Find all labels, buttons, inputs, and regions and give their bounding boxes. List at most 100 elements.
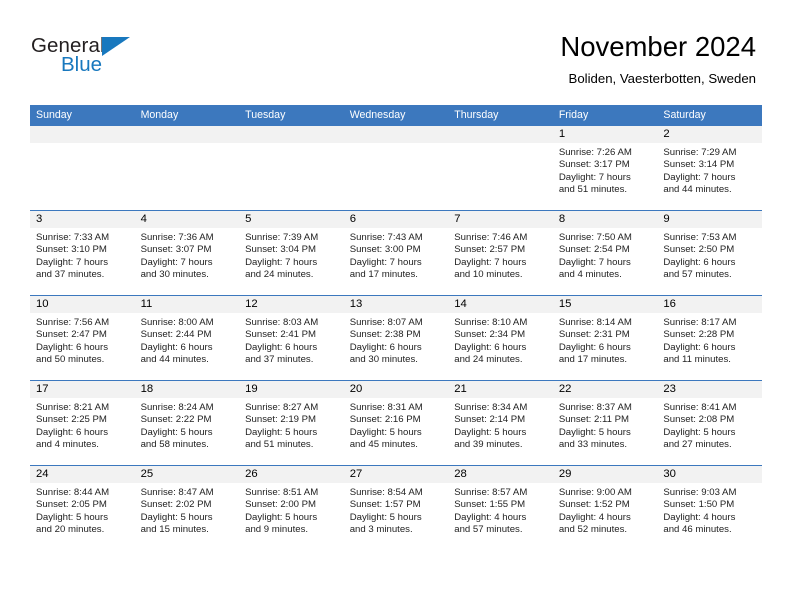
day-sun-info: Sunrise: 8:21 AM Sunset: 2:25 PM Daylight:… (30, 398, 135, 451)
location-subtitle: Boliden, Vaesterbotten, Sweden (568, 71, 756, 86)
daylight-text-line1: Daylight: 7 hours (663, 171, 736, 183)
day-cell-content: 19 Sunrise: 8:27 AM Sunset: 2:19 PM Dayligh… (239, 381, 344, 465)
day-number (134, 126, 240, 143)
day-sun-info: Sunrise: 8:54 AM Sunset: 1:57 PM Daylight:… (344, 483, 449, 536)
daylight-text-line2: and 37 minutes. (36, 268, 105, 280)
calendar-day-cell[interactable]: 25 Sunrise: 8:47 AM Sunset: 2:02 PM Dayligh… (134, 465, 240, 550)
calendar-day-cell[interactable]: 27 Sunrise: 8:54 AM Sunset: 1:57 PM Dayligh… (343, 465, 449, 550)
day-cell-content (239, 126, 344, 210)
sunset-text: Sunset: 2:00 PM (245, 499, 317, 511)
calendar-day-cell[interactable]: 15 Sunrise: 8:14 AM Sunset: 2:31 PM Dayligh… (552, 295, 658, 381)
calendar-day-cell[interactable] (343, 125, 449, 211)
daylight-text-line2: and 4 minutes. (558, 268, 622, 280)
sunrise-text: Sunrise: 8:37 AM (558, 402, 632, 413)
calendar-day-cell[interactable]: 2 Sunrise: 7:29 AM Sunset: 3:14 PM Daylight… (657, 125, 762, 211)
sunrise-text: Sunrise: 8:31 AM (349, 402, 423, 413)
calendar-page: General Blue November 2024 Boliden, Vaes… (0, 0, 792, 612)
day-sun-info: Sunrise: 9:00 AM Sunset: 1:52 PM Daylight:… (553, 483, 658, 536)
sunrise-text: Sunrise: 8:47 AM (140, 487, 214, 498)
calendar-day-cell[interactable]: 14 Sunrise: 8:10 AM Sunset: 2:34 PM Dayligh… (448, 295, 553, 381)
title-block: November 2024 Boliden, Vaesterbotten, Sw… (560, 30, 756, 89)
calendar-day-cell[interactable]: 26 Sunrise: 8:51 AM Sunset: 2:00 PM Dayligh… (239, 465, 344, 550)
calendar-day-cell[interactable]: 19 Sunrise: 8:27 AM Sunset: 2:19 PM Dayligh… (239, 380, 344, 466)
sunset-text: Sunset: 2:34 PM (454, 329, 526, 341)
calendar-day-cell[interactable]: 12 Sunrise: 8:03 AM Sunset: 2:41 PM Dayligh… (239, 295, 344, 381)
sunrise-text: Sunrise: 7:39 AM (245, 232, 319, 243)
calendar-day-cell[interactable]: 13 Sunrise: 8:07 AM Sunset: 2:38 PM Dayligh… (343, 295, 449, 381)
sunset-text: Sunset: 1:50 PM (663, 499, 735, 511)
weekday-header-thursday: Thursday (448, 105, 553, 126)
calendar-day-cell[interactable] (30, 125, 135, 211)
daylight-text-line1: Daylight: 6 hours (349, 341, 422, 353)
calendar-day-cell[interactable]: 17 Sunrise: 8:21 AM Sunset: 2:25 PM Dayligh… (30, 380, 135, 466)
day-sun-info: Sunrise: 8:07 AM Sunset: 2:38 PM Daylight:… (344, 313, 449, 366)
sunset-text: Sunset: 3:00 PM (349, 244, 421, 256)
calendar-day-cell[interactable]: 5 Sunrise: 7:39 AM Sunset: 3:04 PM Daylight… (239, 210, 344, 296)
day-cell-content: 20 Sunrise: 8:31 AM Sunset: 2:16 PM Dayligh… (343, 381, 449, 465)
day-cell-content: 22 Sunrise: 8:37 AM Sunset: 2:11 PM Dayligh… (552, 381, 658, 465)
calendar-day-cell[interactable]: 18 Sunrise: 8:24 AM Sunset: 2:22 PM Dayligh… (134, 380, 240, 466)
sunrise-text: Sunrise: 8:03 AM (245, 317, 319, 328)
calendar-day-cell[interactable]: 20 Sunrise: 8:31 AM Sunset: 2:16 PM Dayligh… (343, 380, 449, 466)
daylight-text-line1: Daylight: 7 hours (349, 256, 422, 268)
sunrise-text: Sunrise: 7:29 AM (663, 147, 737, 158)
calendar-day-cell[interactable]: 1 Sunrise: 7:26 AM Sunset: 3:17 PM Daylight… (552, 125, 658, 211)
day-number: 2 (657, 126, 762, 143)
calendar-day-cell[interactable] (134, 125, 240, 211)
calendar-week-row: 17 Sunrise: 8:21 AM Sunset: 2:25 PM Dayligh… (30, 380, 762, 466)
calendar-day-cell[interactable]: 30 Sunrise: 9:03 AM Sunset: 1:50 PM Dayligh… (657, 465, 762, 550)
calendar-day-cell[interactable]: 24 Sunrise: 8:44 AM Sunset: 2:05 PM Dayligh… (30, 465, 135, 550)
sunset-text: Sunset: 2:50 PM (663, 244, 735, 256)
calendar-day-cell[interactable]: 16 Sunrise: 8:17 AM Sunset: 2:28 PM Dayligh… (657, 295, 762, 381)
day-cell-content: 6 Sunrise: 7:43 AM Sunset: 3:00 PM Daylight… (343, 211, 449, 295)
day-sun-info: Sunrise: 8:03 AM Sunset: 2:41 PM Daylight:… (239, 313, 344, 366)
day-sun-info: Sunrise: 8:00 AM Sunset: 2:44 PM Daylight:… (135, 313, 240, 366)
sunset-text: Sunset: 2:31 PM (558, 329, 630, 341)
day-number: 30 (657, 466, 762, 483)
day-cell-content: 10 Sunrise: 7:56 AM Sunset: 2:47 PM Dayligh… (30, 296, 135, 380)
day-cell-content: 12 Sunrise: 8:03 AM Sunset: 2:41 PM Dayligh… (239, 296, 344, 380)
daylight-text-line1: Daylight: 7 hours (36, 256, 108, 268)
daylight-text-line1: Daylight: 5 hours (454, 426, 527, 438)
calendar-week-row: 3 Sunrise: 7:33 AM Sunset: 3:10 PM Daylight… (30, 210, 762, 296)
sunset-text: Sunset: 2:05 PM (36, 499, 107, 511)
weekday-header-wednesday: Wednesday (343, 105, 449, 126)
calendar-day-cell[interactable]: 28 Sunrise: 8:57 AM Sunset: 1:55 PM Dayligh… (448, 465, 553, 550)
daylight-text-line1: Daylight: 6 hours (454, 341, 527, 353)
sunset-text: Sunset: 1:52 PM (558, 499, 630, 511)
day-cell-content (343, 126, 449, 210)
calendar-day-cell[interactable] (448, 125, 553, 211)
sunset-text: Sunset: 2:57 PM (454, 244, 526, 256)
day-number: 18 (134, 381, 240, 398)
daylight-text-line2: and 50 minutes. (36, 353, 105, 365)
calendar-day-cell[interactable]: 4 Sunrise: 7:36 AM Sunset: 3:07 PM Daylight… (134, 210, 240, 296)
calendar-day-cell[interactable]: 6 Sunrise: 7:43 AM Sunset: 3:00 PM Daylight… (343, 210, 449, 296)
calendar-day-cell[interactable] (239, 125, 344, 211)
calendar-day-cell[interactable]: 22 Sunrise: 8:37 AM Sunset: 2:11 PM Dayligh… (552, 380, 658, 466)
calendar-day-cell[interactable]: 10 Sunrise: 7:56 AM Sunset: 2:47 PM Dayligh… (30, 295, 135, 381)
day-number: 10 (30, 296, 135, 313)
day-sun-info: Sunrise: 8:31 AM Sunset: 2:16 PM Daylight:… (344, 398, 449, 451)
day-sun-info: Sunrise: 8:41 AM Sunset: 2:08 PM Daylight:… (657, 398, 762, 451)
sunset-text: Sunset: 2:41 PM (245, 329, 317, 341)
day-cell-content: 23 Sunrise: 8:41 AM Sunset: 2:08 PM Dayligh… (657, 381, 762, 465)
daylight-text-line1: Daylight: 6 hours (140, 341, 213, 353)
page-title: November 2024 (560, 31, 756, 62)
sunset-text: Sunset: 3:17 PM (558, 159, 630, 171)
calendar-day-cell[interactable]: 9 Sunrise: 7:53 AM Sunset: 2:50 PM Daylight… (657, 210, 762, 296)
calendar-day-cell[interactable]: 11 Sunrise: 8:00 AM Sunset: 2:44 PM Dayligh… (134, 295, 240, 381)
calendar-day-cell[interactable]: 3 Sunrise: 7:33 AM Sunset: 3:10 PM Daylight… (30, 210, 135, 296)
day-sun-info: Sunrise: 8:57 AM Sunset: 1:55 PM Daylight:… (448, 483, 553, 536)
calendar-day-cell[interactable]: 29 Sunrise: 9:00 AM Sunset: 1:52 PM Dayligh… (552, 465, 658, 550)
weekday-header-friday: Friday (552, 105, 658, 126)
sunrise-text: Sunrise: 8:51 AM (245, 487, 319, 498)
daylight-text-line2: and 9 minutes. (245, 523, 309, 535)
calendar-day-cell[interactable]: 21 Sunrise: 8:34 AM Sunset: 2:14 PM Dayligh… (448, 380, 553, 466)
calendar-day-cell[interactable]: 7 Sunrise: 7:46 AM Sunset: 2:57 PM Daylight… (448, 210, 553, 296)
calendar-day-cell[interactable]: 8 Sunrise: 7:50 AM Sunset: 2:54 PM Daylight… (552, 210, 658, 296)
calendar-day-cell[interactable]: 23 Sunrise: 8:41 AM Sunset: 2:08 PM Dayligh… (657, 380, 762, 466)
sunrise-text: Sunrise: 8:57 AM (454, 487, 528, 498)
day-cell-content: 3 Sunrise: 7:33 AM Sunset: 3:10 PM Daylight… (30, 211, 135, 295)
sunrise-text: Sunrise: 8:54 AM (349, 487, 423, 498)
day-number: 21 (448, 381, 553, 398)
